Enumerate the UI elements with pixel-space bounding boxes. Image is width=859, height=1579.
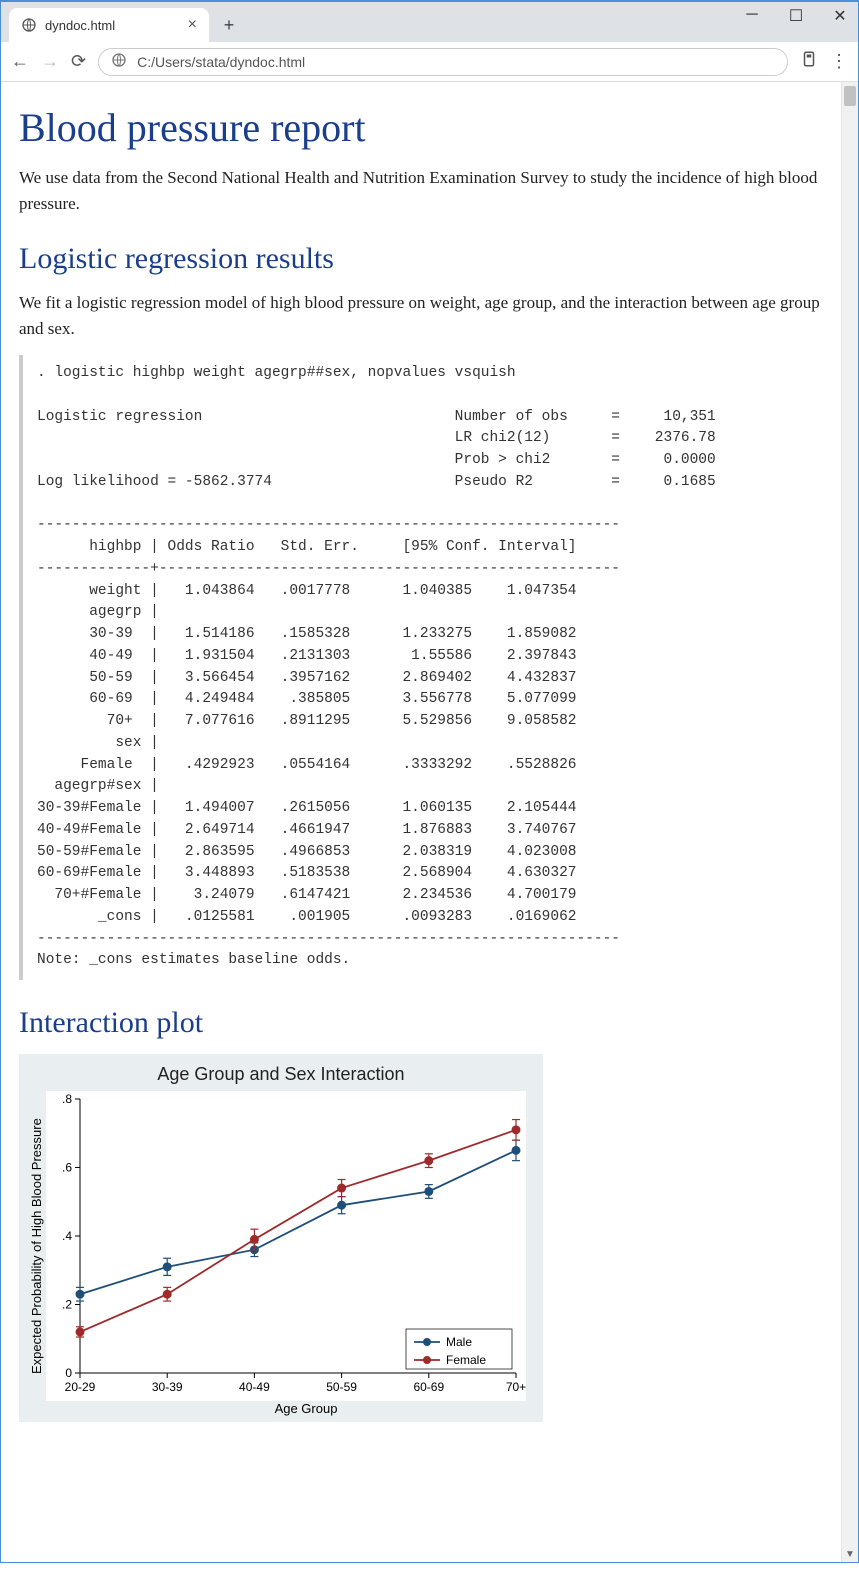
svg-text:Male: Male [446, 1335, 472, 1349]
chart-xlabel: Age Group [77, 1401, 535, 1416]
intro-paragraph: We use data from the Second National Hea… [19, 165, 820, 216]
site-info-icon[interactable] [111, 52, 127, 71]
forward-button[interactable]: → [41, 51, 59, 72]
section-logistic-heading: Logistic regression results [19, 242, 840, 276]
back-button[interactable]: ← [11, 51, 29, 72]
scroll-down-icon[interactable]: ▼ [842, 1549, 858, 1560]
maximize-button[interactable]: ☐ [784, 6, 808, 26]
chart-ylabel: Expected Probability of High Blood Press… [27, 1091, 46, 1401]
vertical-scrollbar[interactable]: ▲ ▼ [841, 82, 858, 1562]
svg-text:.2: .2 [62, 1298, 72, 1312]
chart-svg: 0 .2 .4 .6 .8 20-29 30-39 40-49 50-59 60-69 70+ Mal… [46, 1091, 526, 1401]
close-tab-icon[interactable]: × [188, 17, 197, 33]
menu-icon[interactable]: ⋮ [830, 51, 848, 72]
chart-title: Age Group and Sex Interaction [27, 1064, 535, 1085]
new-tab-button[interactable]: + [215, 11, 243, 39]
section-plot-heading: Interaction plot [19, 1006, 840, 1040]
globe-icon [21, 17, 37, 33]
svg-text:.8: .8 [62, 1092, 72, 1106]
url-bar[interactable]: C:/Users/stata/dyndoc.html [98, 48, 788, 76]
svg-text:20-29: 20-29 [65, 1380, 96, 1394]
svg-text:0: 0 [65, 1366, 72, 1380]
url-text: C:/Users/stata/dyndoc.html [137, 54, 305, 70]
close-window-button[interactable]: ✕ [828, 6, 852, 26]
svg-text:40-49: 40-49 [239, 1380, 270, 1394]
extension-icon[interactable] [800, 50, 818, 73]
svg-text:.4: .4 [62, 1229, 72, 1243]
svg-text:30-39: 30-39 [152, 1380, 183, 1394]
browser-tab[interactable]: dyndoc.html × [9, 8, 209, 42]
tab-title: dyndoc.html [45, 18, 115, 33]
svg-text:50-59: 50-59 [326, 1380, 357, 1394]
reload-button[interactable]: ⟳ [71, 51, 86, 72]
logistic-paragraph: We fit a logistic regression model of hi… [19, 290, 820, 341]
svg-text:70+: 70+ [506, 1380, 526, 1394]
titlebar: dyndoc.html × + ─ ☐ ✕ [1, 2, 858, 42]
page-content: ▲ ▼ Blood pressure report We use data fr… [1, 82, 858, 1562]
scroll-thumb[interactable] [844, 86, 856, 106]
stata-output: . logistic highbp weight agegrp##sex, no… [19, 355, 820, 980]
interaction-plot: Age Group and Sex Interaction Expected P… [19, 1054, 543, 1422]
svg-text:Female: Female [446, 1353, 486, 1367]
minimize-button[interactable]: ─ [740, 6, 764, 26]
svg-text:.6: .6 [62, 1161, 72, 1175]
svg-text:60-69: 60-69 [413, 1380, 444, 1394]
browser-toolbar: ← → ⟳ C:/Users/stata/dyndoc.html ⋮ [1, 42, 858, 82]
page-title: Blood pressure report [19, 104, 840, 151]
